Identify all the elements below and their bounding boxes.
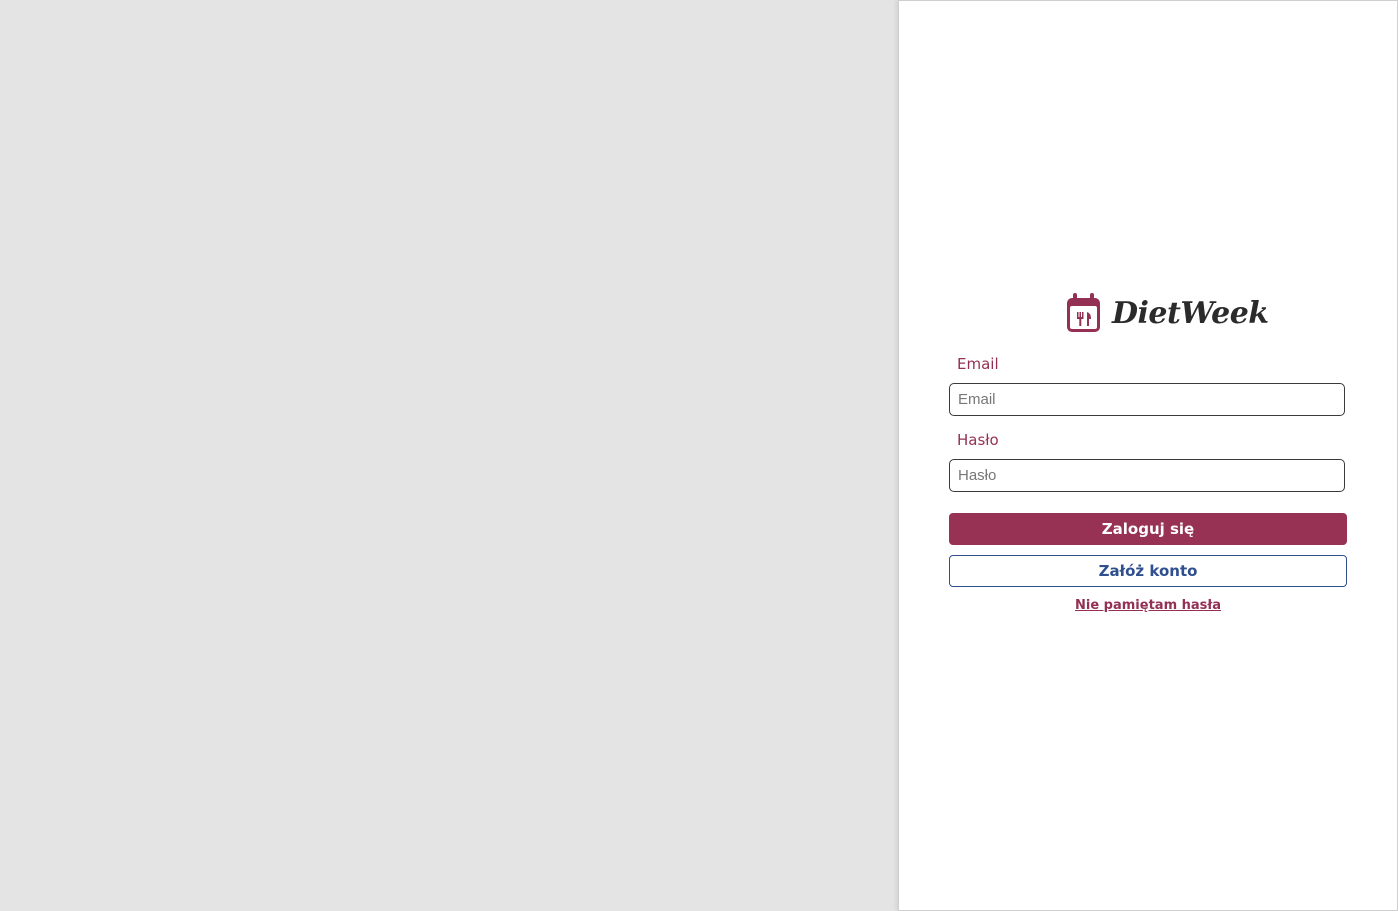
email-label: Email: [957, 355, 999, 373]
forgot-password-link[interactable]: Nie pamiętam hasła: [949, 598, 1347, 613]
calendar-cutlery-icon: [1067, 293, 1100, 332]
email-field[interactable]: [949, 383, 1345, 416]
login-panel: DietWeek Email Hasło Zaloguj się Załóż k…: [898, 0, 1398, 911]
login-button[interactable]: Zaloguj się: [949, 513, 1347, 545]
password-label: Hasło: [957, 431, 999, 449]
app-logo: DietWeek: [1065, 291, 1269, 335]
page: DietWeek Email Hasło Zaloguj się Załóż k…: [0, 0, 1398, 911]
password-field[interactable]: [949, 459, 1345, 492]
app-name: DietWeek: [1112, 295, 1269, 331]
register-button[interactable]: Załóż konto: [949, 555, 1347, 587]
